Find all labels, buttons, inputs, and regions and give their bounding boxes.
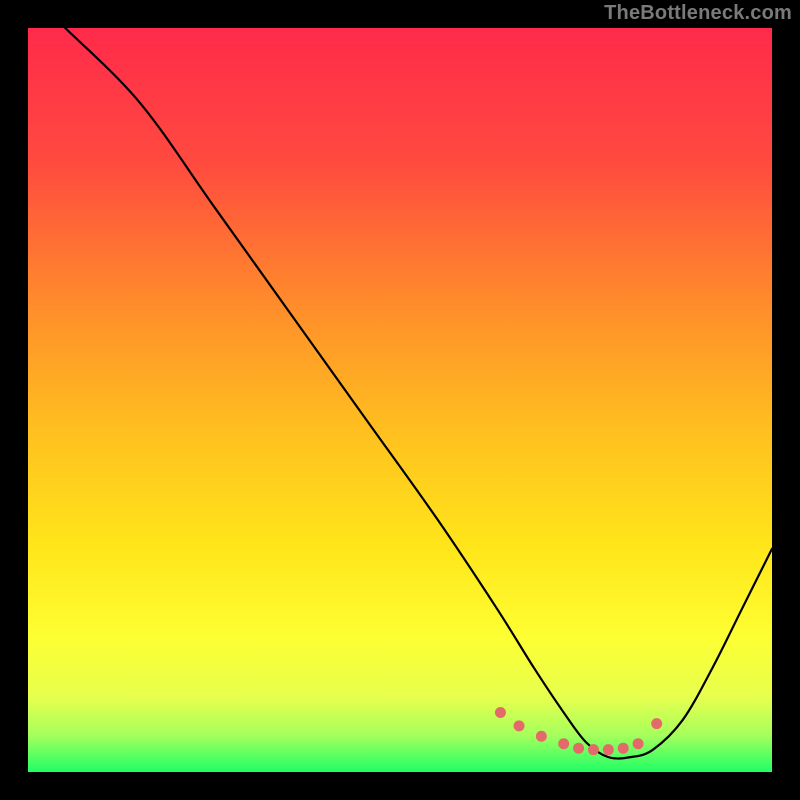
marker-dot (536, 731, 547, 742)
chart-svg (28, 28, 772, 772)
marker-dot (558, 738, 569, 749)
gradient-background (28, 28, 772, 772)
watermark-text: TheBottleneck.com (604, 2, 792, 25)
chart-stage: TheBottleneck.com (0, 0, 800, 800)
marker-dot (633, 738, 644, 749)
marker-dot (588, 744, 599, 755)
marker-dot (651, 718, 662, 729)
marker-dot (603, 744, 614, 755)
plot-area (28, 28, 772, 772)
marker-dot (618, 743, 629, 754)
marker-dot (495, 707, 506, 718)
marker-dot (514, 720, 525, 731)
marker-dot (573, 743, 584, 754)
